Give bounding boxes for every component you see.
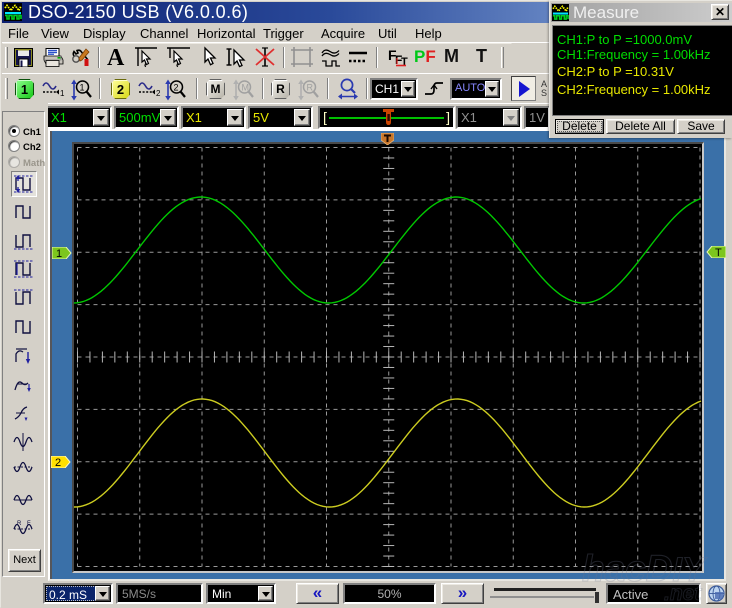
- svg-text:M: M: [242, 83, 250, 93]
- svg-text:1: 1: [80, 83, 85, 93]
- svg-text:T: T: [715, 247, 722, 258]
- svg-text:R: R: [307, 83, 314, 93]
- svg-text:2: 2: [156, 89, 161, 98]
- svg-text:2: 2: [55, 457, 61, 468]
- svg-text:1: 1: [60, 89, 65, 98]
- svg-text:1: 1: [56, 248, 62, 259]
- svg-text:2: 2: [174, 83, 179, 93]
- svg-text:R: R: [17, 521, 22, 527]
- svg-text:F: F: [27, 521, 31, 527]
